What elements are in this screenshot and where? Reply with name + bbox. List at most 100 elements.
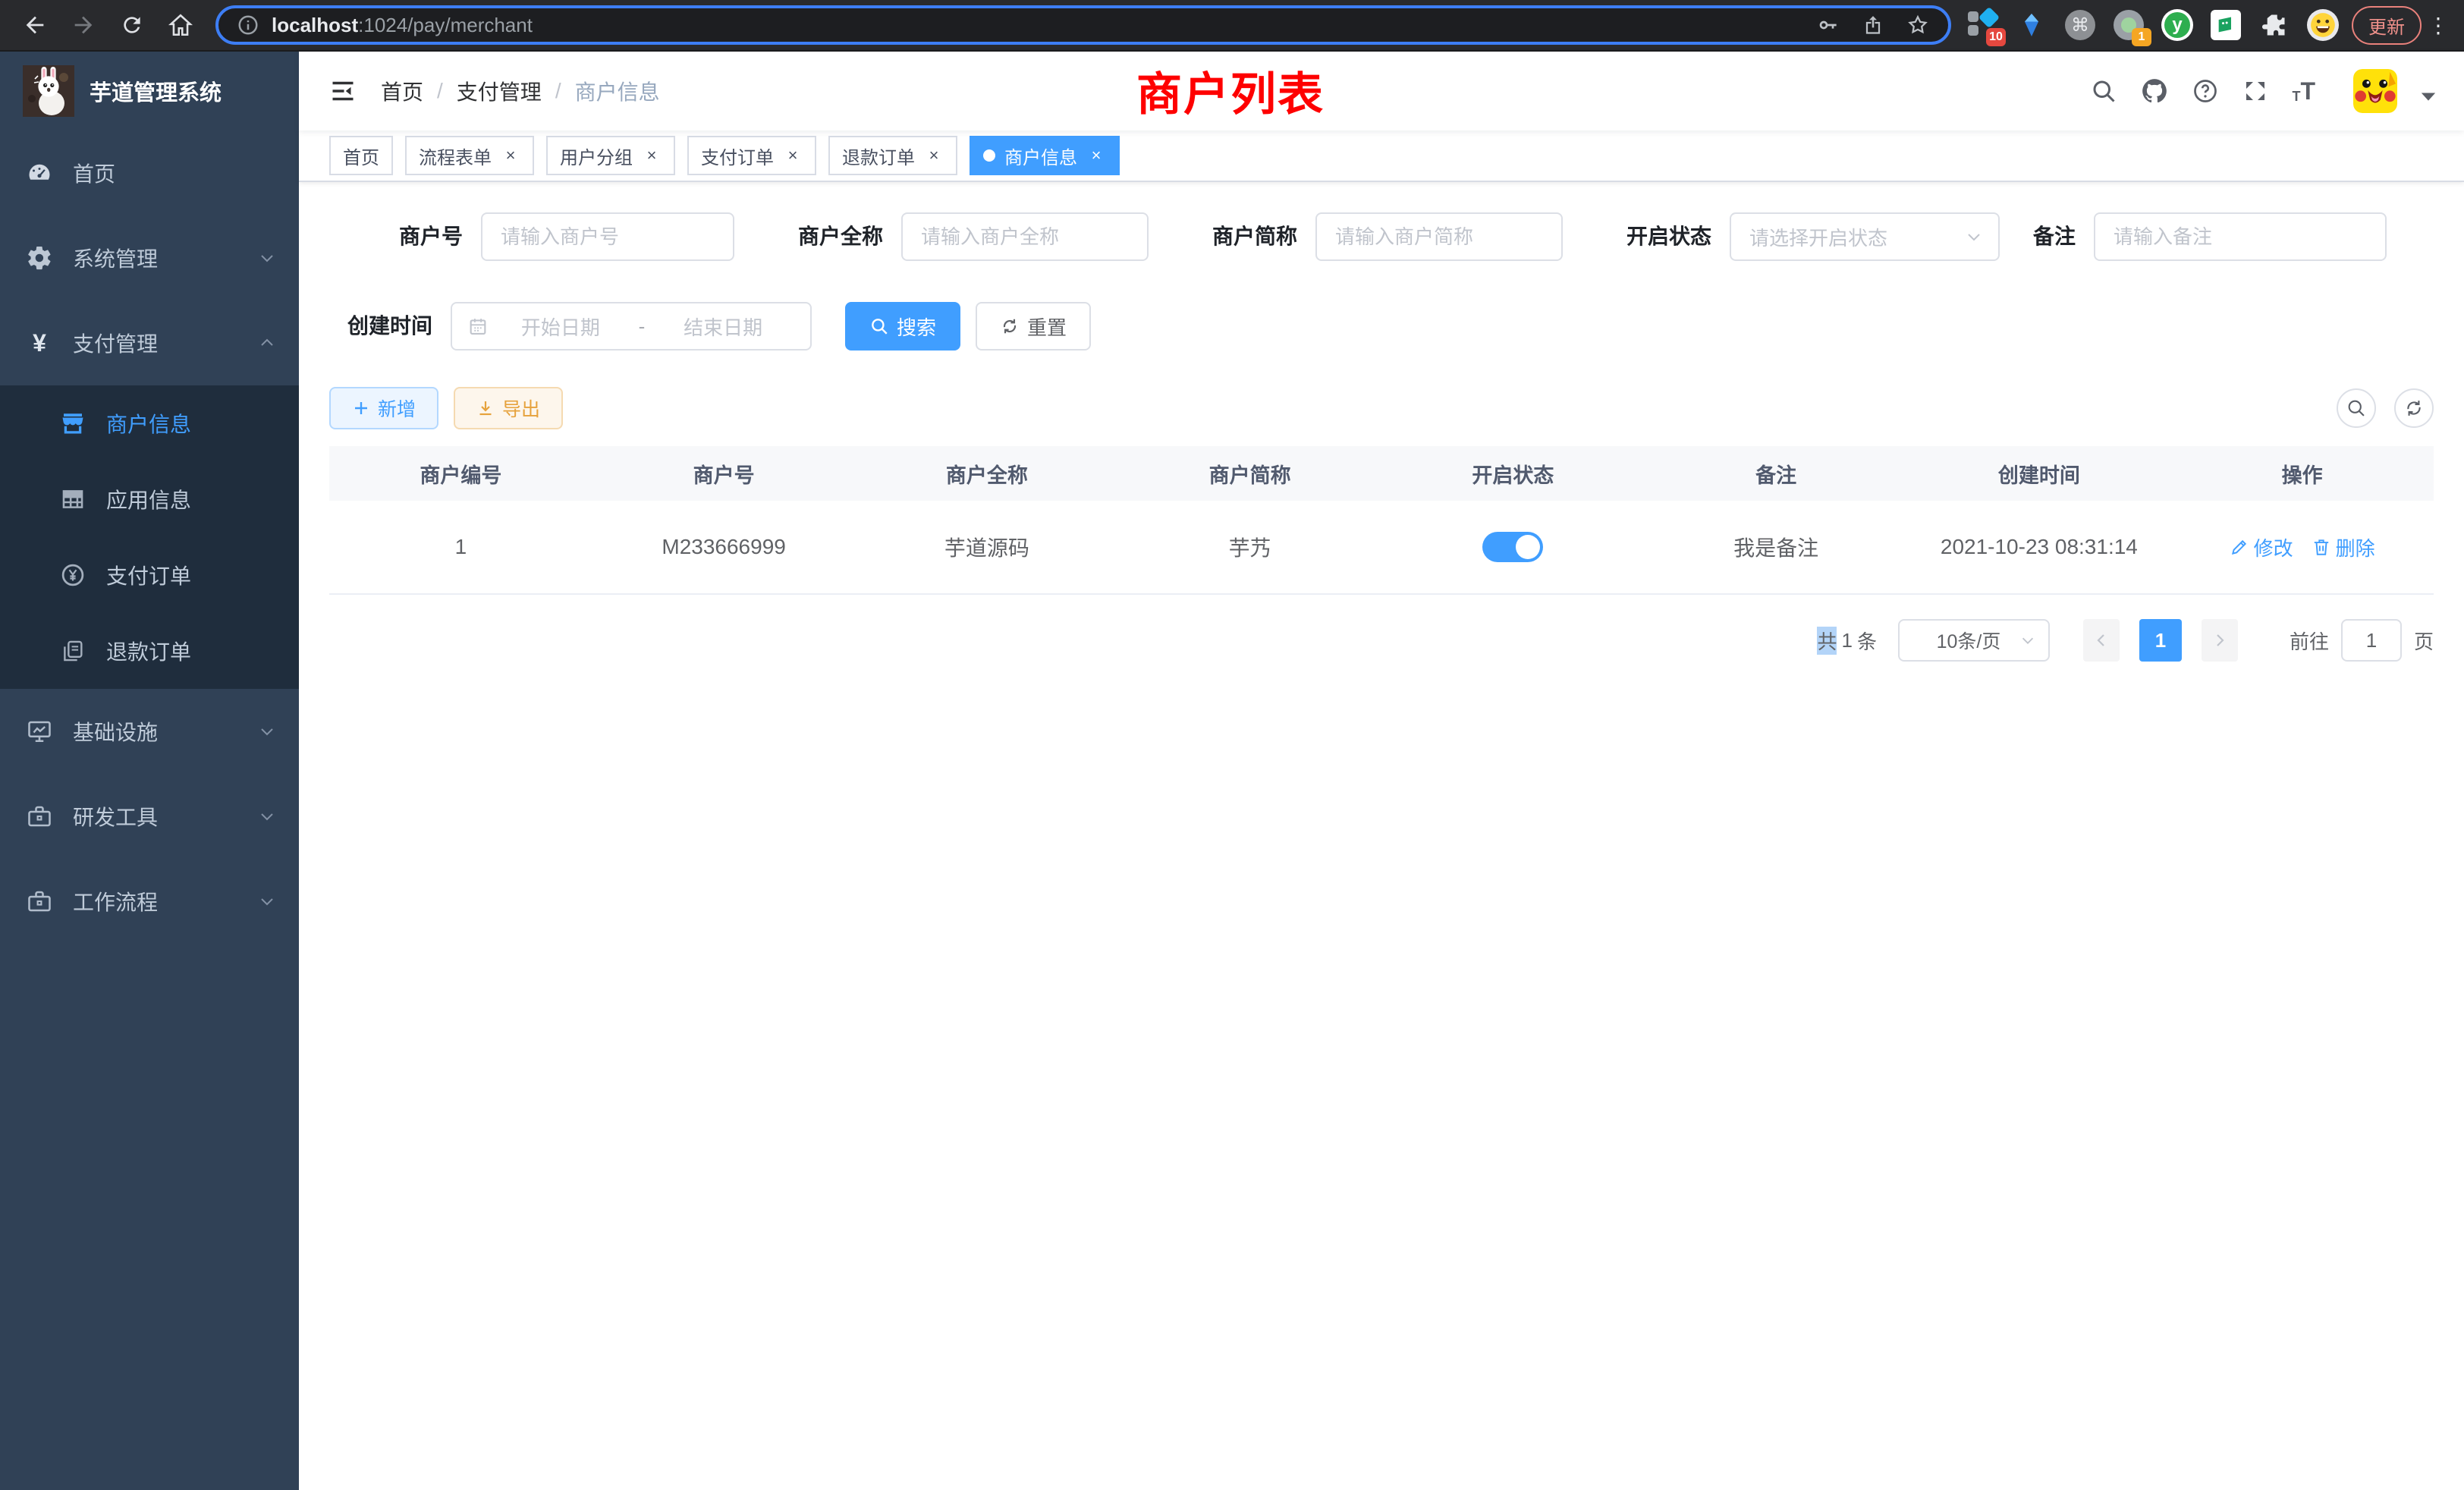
sidebar-item-workflow[interactable]: 工作流程 <box>0 859 299 944</box>
bookmark-star-icon[interactable] <box>1906 13 1930 37</box>
sidebar-item-system[interactable]: 系统管理 <box>0 215 299 300</box>
sidebar-item-home[interactable]: 首页 <box>0 130 299 215</box>
browser-menu-icon[interactable]: ⋮ <box>2428 13 2449 38</box>
full-name-input[interactable] <box>901 212 1149 261</box>
home-icon[interactable] <box>161 5 200 45</box>
status-select[interactable]: 请选择开启状态 <box>1730 212 2000 261</box>
search-icon[interactable] <box>2090 77 2117 105</box>
start-date-placeholder[interactable]: 开始日期 <box>489 313 633 341</box>
reset-button[interactable]: 重置 <box>976 302 1091 350</box>
cell-create-time: 2021-10-23 08:31:14 <box>1908 501 2171 593</box>
calendar-icon <box>467 316 489 337</box>
caret-down-icon[interactable] <box>2420 91 2437 103</box>
close-icon[interactable]: × <box>1086 146 1106 165</box>
site-info-icon[interactable] <box>237 14 259 36</box>
browser-update-button[interactable]: 更新 <box>2352 6 2422 45</box>
close-icon[interactable]: × <box>642 146 662 165</box>
share-icon[interactable] <box>1862 14 1884 36</box>
field-label: 商户号 <box>329 212 481 261</box>
prev-page-icon[interactable] <box>2083 619 2120 662</box>
tab-home[interactable]: 首页 <box>329 136 393 175</box>
short-name-input[interactable] <box>1315 212 1563 261</box>
extension-badge: 1 <box>2132 28 2151 46</box>
add-button[interactable]: 新增 <box>329 387 438 429</box>
page-number-1[interactable]: 1 <box>2139 619 2182 662</box>
app-title: 芋道管理系统 <box>90 75 222 107</box>
sidebar-item-label: 首页 <box>73 158 115 188</box>
breadcrumb-home[interactable]: 首页 <box>381 76 423 106</box>
extension-gray-icon[interactable]: 1 <box>2112 8 2145 42</box>
merchant-no-input[interactable] <box>481 212 734 261</box>
fullscreen-icon[interactable] <box>2242 77 2269 105</box>
extension-y-icon[interactable]: y <box>2161 8 2194 42</box>
edit-link[interactable]: 修改 <box>2230 533 2293 561</box>
tab-merchant-info[interactable]: 商户信息 × <box>970 136 1120 175</box>
toolbox-icon <box>26 803 53 830</box>
tab-label: 支付订单 <box>701 143 774 169</box>
page-size-select[interactable]: 10条/页 <box>1898 619 2050 662</box>
table-row: 1 M233666999 芋道源码 芋艿 我是备注 2021-10-23 08:… <box>329 501 2434 595</box>
field-label: 商户简称 <box>1164 212 1315 261</box>
breadcrumb-payment[interactable]: 支付管理 <box>457 76 542 106</box>
grid-table-icon <box>59 486 86 513</box>
tab-process-form[interactable]: 流程表单 × <box>405 136 534 175</box>
date-range-picker[interactable]: 开始日期 - 结束日期 <box>451 302 812 350</box>
github-icon[interactable] <box>2140 77 2169 105</box>
remark-input[interactable] <box>2094 212 2387 261</box>
next-page-icon[interactable] <box>2202 619 2238 662</box>
refresh-table-icon[interactable] <box>2394 388 2434 428</box>
forward-icon[interactable] <box>64 5 103 45</box>
sidebar-item-merchant-info[interactable]: 商户信息 <box>0 385 299 461</box>
address-bar[interactable]: localhost:1024/pay/merchant <box>215 5 1951 45</box>
close-icon[interactable]: × <box>501 146 520 165</box>
goto-page-input[interactable] <box>2341 619 2402 662</box>
sidebar-item-refund-order[interactable]: 退款订单 <box>0 613 299 689</box>
breadcrumb-separator: / <box>555 79 561 103</box>
font-size-icon[interactable]: TT <box>2292 79 2315 103</box>
tab-refund-order[interactable]: 退款订单 × <box>828 136 957 175</box>
sidebar-collapse-icon[interactable] <box>329 77 357 105</box>
screen: localhost:1024/pay/merchant 10 <box>0 0 2464 1490</box>
extensions-puzzle-icon[interactable] <box>2258 8 2291 42</box>
extension-gem-icon[interactable] <box>2015 8 2048 42</box>
password-key-icon[interactable] <box>1816 13 1840 37</box>
extension-chat-icon[interactable] <box>2209 8 2242 42</box>
close-icon[interactable]: × <box>783 146 803 165</box>
sidebar-submenu-payment: 商户信息 应用信息 支付订单 <box>0 385 299 689</box>
extension-badge: 10 <box>1986 28 2006 46</box>
extension-emoji-icon[interactable] <box>2306 8 2340 42</box>
sidebar-item-pay-order[interactable]: 支付订单 <box>0 537 299 613</box>
sidebar-item-payment[interactable]: ¥ 支付管理 <box>0 300 299 385</box>
column-header: 操作 <box>2170 446 2434 501</box>
chevron-down-icon <box>258 807 276 825</box>
tab-label: 商户信息 <box>1004 143 1077 169</box>
sidebar-item-label: 退款订单 <box>106 636 191 666</box>
chevron-up-icon <box>258 334 276 352</box>
close-icon[interactable]: × <box>924 146 944 165</box>
sidebar-item-label: 应用信息 <box>106 484 191 514</box>
show-search-icon[interactable] <box>2337 388 2376 428</box>
tab-bar: 首页 流程表单 × 用户分组 × 支付订单 × 退款订单 × <box>299 130 2464 182</box>
extension-blocks-icon[interactable]: 10 <box>1966 8 2000 42</box>
status-toggle[interactable] <box>1482 532 1543 562</box>
back-icon[interactable] <box>15 5 55 45</box>
extension-row: 10 ⌘ 1 y <box>1966 8 2340 42</box>
tab-pay-order[interactable]: 支付订单 × <box>687 136 816 175</box>
delete-link[interactable]: 删除 <box>2312 533 2375 561</box>
filter-status: 开启状态 请选择开启状态 <box>1578 212 2000 261</box>
help-icon[interactable] <box>2192 77 2219 105</box>
end-date-placeholder[interactable]: 结束日期 <box>651 313 795 341</box>
sidebar-item-infrastructure[interactable]: 基础设施 <box>0 689 299 774</box>
tab-user-group[interactable]: 用户分组 × <box>546 136 675 175</box>
trash-icon <box>2312 537 2331 557</box>
app-logo[interactable]: 芋道管理系统 <box>0 52 299 130</box>
sidebar-item-app-info[interactable]: 应用信息 <box>0 461 299 537</box>
avatar[interactable] <box>2353 69 2397 113</box>
gear-icon <box>26 244 53 272</box>
sidebar-item-dev-tools[interactable]: 研发工具 <box>0 774 299 859</box>
navbar-actions: TT <box>2090 69 2437 113</box>
search-button[interactable]: 搜索 <box>845 302 960 350</box>
export-button[interactable]: 导出 <box>454 387 563 429</box>
reload-icon[interactable] <box>112 5 152 45</box>
extension-command-icon[interactable]: ⌘ <box>2063 8 2097 42</box>
